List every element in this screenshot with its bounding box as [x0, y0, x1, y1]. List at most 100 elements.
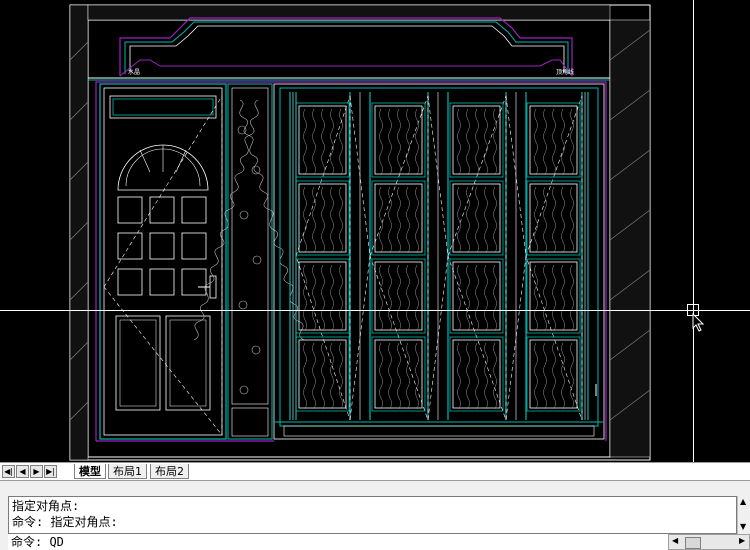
- wood-grain-line: [493, 186, 497, 254]
- wood-grain-line: [552, 264, 556, 332]
- wood-grain-line: [388, 264, 392, 332]
- wood-grain-line: [321, 264, 325, 332]
- wood-grain-line: [330, 264, 334, 332]
- wood-grain-line: [457, 108, 461, 176]
- scroll-thumb[interactable]: [685, 537, 701, 549]
- crosshair-horizontal: [0, 310, 750, 311]
- history-line: 命令: 指定对角点:: [12, 515, 118, 529]
- prev-tab-icon[interactable]: ◀: [16, 465, 29, 478]
- wood-grain-line: [493, 264, 497, 332]
- wood-grain-line: [475, 342, 479, 410]
- wood-grain-line: [484, 108, 488, 176]
- wood-grain-line: [561, 342, 565, 410]
- wood-grain-line: [312, 264, 316, 332]
- wood-grain-line: [534, 342, 538, 410]
- wood-grain-line: [552, 342, 556, 410]
- label-right: 顶角线: [556, 68, 574, 76]
- wood-grain-line: [321, 108, 325, 176]
- wood-grain-line: [406, 264, 410, 332]
- wood-grain-line: [466, 186, 470, 254]
- wood-grain-line: [534, 108, 538, 176]
- wood-grain-line: [543, 108, 547, 176]
- wood-grain-line: [534, 264, 538, 332]
- wood-grain-line: [303, 342, 307, 410]
- wood-grain-line: [415, 108, 419, 176]
- wood-grain-line: [552, 186, 556, 254]
- wood-grain-line: [339, 108, 343, 176]
- wood-grain-line: [466, 342, 470, 410]
- layout-tab-bar: ◀| ◀ ▶ ▶| 模型 布局1 布局2: [0, 462, 750, 480]
- scroll-left-icon[interactable]: ◀: [672, 536, 678, 545]
- wood-grain-line: [312, 186, 316, 254]
- left-door: [99, 83, 227, 440]
- wood-grain-line: [321, 342, 325, 410]
- wood-grain-line: [303, 186, 307, 254]
- wood-grain-line: [406, 108, 410, 176]
- left-wall-hatch: [69, 4, 89, 461]
- tab-layout2[interactable]: 布局2: [150, 464, 189, 479]
- last-tab-icon[interactable]: ▶|: [44, 465, 57, 478]
- wood-grain-line: [397, 186, 401, 254]
- wood-grain-line: [397, 342, 401, 410]
- wood-grain-line: [388, 186, 392, 254]
- wood-grain-line: [493, 342, 497, 410]
- command-window-header: [0, 481, 750, 494]
- wood-grain-line: [406, 342, 410, 410]
- wood-grain-line: [484, 342, 488, 410]
- wood-grain-line: [330, 342, 334, 410]
- wood-grain-line: [561, 108, 565, 176]
- wood-grain-line: [457, 186, 461, 254]
- command-history: 指定对角点: 命令: 指定对角点:: [8, 496, 737, 534]
- wood-grain-line: [570, 264, 574, 332]
- crosshair-vertical: [693, 0, 694, 462]
- wood-grain-line: [312, 342, 316, 410]
- label-left: 水晶: [128, 68, 140, 76]
- wood-grain-line: [475, 186, 479, 254]
- wood-grain-line: [484, 264, 488, 332]
- command-hscroll[interactable]: ◀ ▶: [668, 534, 750, 550]
- scroll-right-icon[interactable]: ▶: [739, 536, 745, 545]
- wood-grain-line: [303, 108, 307, 176]
- wood-grain-line: [543, 264, 547, 332]
- wood-grain-line: [379, 342, 383, 410]
- wood-grain-line: [339, 186, 343, 254]
- tab-model[interactable]: 模型: [74, 464, 106, 479]
- wood-grain-line: [339, 342, 343, 410]
- wood-grain-line: [475, 264, 479, 332]
- wood-grain-line: [339, 264, 343, 332]
- wood-grain-line: [312, 108, 316, 176]
- wood-grain-line: [330, 108, 334, 176]
- wood-grain-line: [552, 108, 556, 176]
- wood-grain-line: [561, 264, 565, 332]
- wood-grain-line: [466, 108, 470, 176]
- command-input[interactable]: 命令: QD: [8, 534, 668, 550]
- wood-grain-line: [397, 264, 401, 332]
- wood-grain-line: [534, 186, 538, 254]
- wood-grain-line: [570, 342, 574, 410]
- carved-panel: [193, 83, 305, 440]
- command-prompt: 命令: QD: [11, 535, 64, 549]
- wood-grain-line: [493, 108, 497, 176]
- right-wall-hatch: [609, 19, 651, 458]
- command-window: 指定对角点: 命令: 指定对角点: ▲ ▼ 命令: QD ◀ ▶: [0, 480, 750, 550]
- wood-grain-line: [543, 186, 547, 254]
- command-vscroll[interactable]: ▲ ▼: [737, 496, 750, 534]
- wood-grain-line: [397, 108, 401, 176]
- first-tab-icon[interactable]: ◀|: [2, 465, 15, 478]
- wood-grain-line: [570, 186, 574, 254]
- scroll-down-icon[interactable]: ▼: [740, 522, 746, 531]
- tab-layout1[interactable]: 布局1: [108, 464, 147, 479]
- wood-grain-line: [415, 342, 419, 410]
- wood-grain-line: [388, 342, 392, 410]
- wood-grain-line: [457, 264, 461, 332]
- model-space-canvas[interactable]: 水晶 顶角线: [0, 0, 750, 462]
- next-tab-icon[interactable]: ▶: [30, 465, 43, 478]
- wood-grain-line: [379, 264, 383, 332]
- cad-drawing: 水晶 顶角线: [69, 4, 651, 461]
- wood-grain-line: [379, 108, 383, 176]
- wood-grain-line: [406, 186, 410, 254]
- scroll-up-icon[interactable]: ▲: [740, 497, 746, 506]
- wood-grain-line: [570, 108, 574, 176]
- wood-grain-line: [303, 264, 307, 332]
- drawing-hscroll[interactable]: [196, 467, 750, 477]
